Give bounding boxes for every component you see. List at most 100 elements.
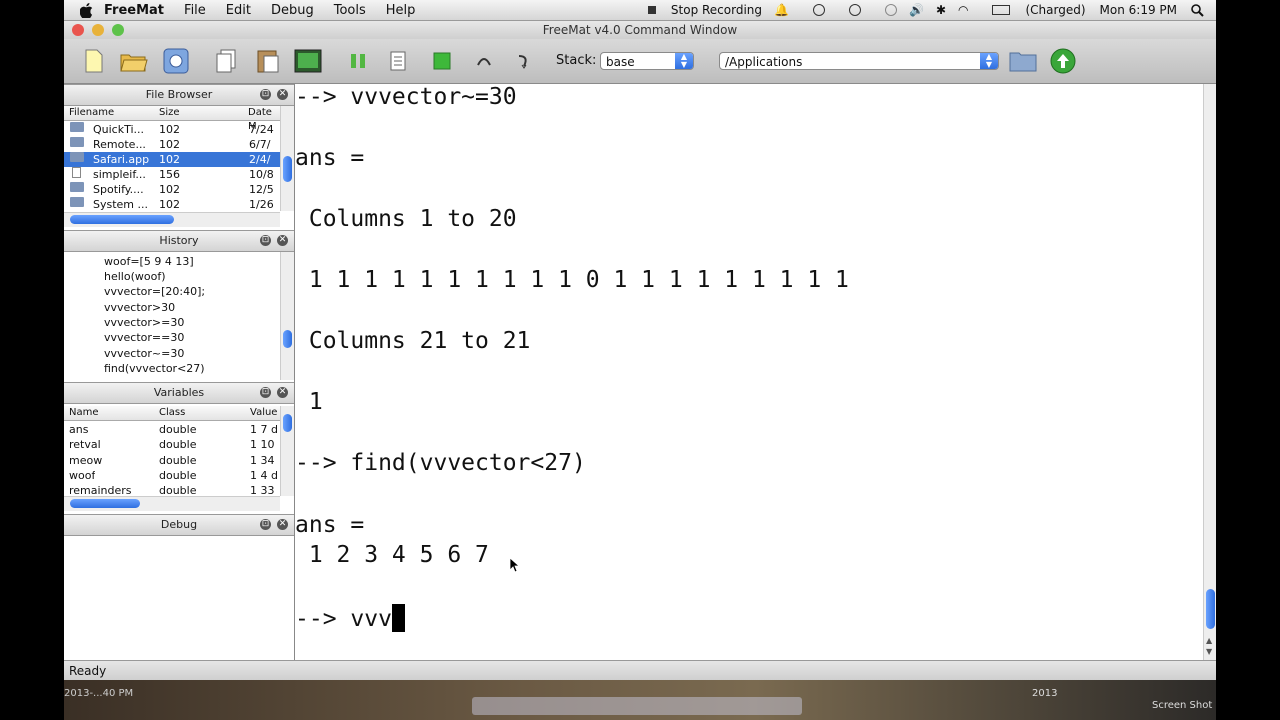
folder-icon	[70, 137, 84, 147]
file-row[interactable]: System ... 102 1/26	[64, 197, 280, 212]
column-value[interactable]: Value	[250, 406, 277, 420]
close-panel-icon[interactable]: ✕	[277, 89, 288, 100]
file-row[interactable]: simpleif... 156 10/8	[64, 167, 280, 182]
history-item[interactable]: vvvector~=30	[104, 346, 184, 361]
file-browser-hscrollbar[interactable]	[64, 212, 280, 227]
console-line: ans =	[295, 145, 365, 171]
stop-recording-item[interactable]: Stop Recording	[636, 3, 762, 17]
scroll-thumb[interactable]	[1206, 589, 1215, 629]
zoom-window-button[interactable]	[112, 24, 124, 36]
step-button[interactable]	[384, 47, 412, 75]
console-line: 1 1 1 1 1 1 1 1 1 1 0 1 1 1 1 1 1 1 1 1	[295, 267, 849, 293]
history-item[interactable]: vvvector>=30	[104, 315, 184, 330]
history-item[interactable]: find(vvvector<27)	[104, 361, 205, 376]
file-row-selected[interactable]: Safari.app 102 2/4/	[64, 152, 280, 167]
bluetooth-icon[interactable]: ✱	[936, 3, 946, 17]
stack-select[interactable]: base ▲ ▼	[600, 52, 694, 70]
spotlight-icon[interactable]	[1191, 3, 1204, 17]
float-panel-icon[interactable]: ⊡	[260, 235, 271, 246]
open-file-button[interactable]	[120, 47, 148, 75]
scroll-thumb[interactable]	[283, 414, 292, 432]
scroll-thumb[interactable]	[283, 330, 292, 348]
close-panel-icon[interactable]: ✕	[277, 519, 288, 530]
variable-row[interactable]: retval double 1 10	[64, 437, 280, 452]
minimize-window-button[interactable]	[92, 24, 104, 36]
menu-help[interactable]: Help	[386, 3, 416, 18]
column-filename[interactable]: Filename	[69, 106, 114, 120]
file-row[interactable]: Spotify.... 102 12/5	[64, 182, 280, 197]
stop-button[interactable]	[428, 47, 456, 75]
timemachine-icon[interactable]	[873, 4, 897, 16]
menu-edit[interactable]: Edit	[226, 3, 251, 18]
history-item[interactable]: vvvector>30	[104, 300, 175, 315]
app-menu[interactable]: FreeMat	[104, 3, 164, 18]
editor-button[interactable]	[162, 47, 190, 75]
toolbar: Stack: base ▲ ▼ /Applications ▲ ▼	[64, 39, 1216, 84]
menu-debug[interactable]: Debug	[271, 3, 314, 18]
scroll-up-arrow-icon[interactable]: ▲	[1206, 636, 1212, 645]
variable-row[interactable]: ans double 1 7 d	[64, 422, 280, 437]
apple-menu-icon[interactable]	[78, 2, 94, 18]
new-file-button[interactable]	[80, 47, 108, 75]
step-into-button[interactable]	[510, 47, 538, 75]
history-item[interactable]: vvvector==30	[104, 330, 184, 345]
battery-item[interactable]: (Charged)	[980, 3, 1086, 17]
variable-row[interactable]: woof double 1 4 d	[64, 468, 280, 483]
command-console[interactable]: --> vvvector~=30 ans = Columns 1 to 20 1…	[295, 84, 1203, 660]
column-class[interactable]: Class	[159, 406, 185, 420]
bell-icon[interactable]: 🔔	[774, 3, 789, 17]
desktop-screenshot-label: Screen Shot	[1152, 700, 1213, 711]
chevron-updown-icon: ▲ ▼	[675, 53, 693, 69]
clear-console-button[interactable]	[294, 47, 322, 75]
tag-icon[interactable]	[837, 4, 861, 16]
folder-icon	[70, 122, 84, 132]
scroll-thumb[interactable]	[70, 499, 140, 508]
browse-folder-button[interactable]	[1009, 47, 1037, 75]
sync-icon[interactable]	[801, 4, 825, 16]
file-browser-vscrollbar[interactable]	[280, 106, 294, 211]
history-item[interactable]: woof=[5 9 4 13]	[104, 254, 194, 269]
scroll-down-arrow-icon[interactable]: ▼	[1206, 647, 1212, 656]
console-vscrollbar[interactable]: ▲ ▼	[1203, 84, 1216, 660]
folder-icon	[1009, 52, 1037, 72]
float-panel-icon[interactable]: ⊡	[260, 387, 271, 398]
float-panel-icon[interactable]: ⊡	[260, 89, 271, 100]
paste-button[interactable]	[254, 47, 282, 75]
path-select[interactable]: /Applications ▲ ▼	[719, 52, 999, 70]
wifi-icon[interactable]: ◠	[958, 3, 968, 17]
menu-file[interactable]: File	[184, 3, 206, 18]
variable-row[interactable]: meow double 1 34	[64, 453, 280, 468]
editor-icon	[163, 48, 189, 74]
scroll-thumb[interactable]	[283, 156, 292, 182]
close-window-button[interactable]	[72, 24, 84, 36]
console-input-line[interactable]: --> vvv	[295, 604, 405, 632]
scroll-thumb[interactable]	[70, 215, 174, 224]
variables-hscrollbar[interactable]	[64, 496, 280, 511]
volume-icon[interactable]: 🔊	[909, 3, 924, 17]
variables-vscrollbar[interactable]	[280, 406, 294, 496]
menu-tools[interactable]: Tools	[334, 3, 366, 18]
file-row[interactable]: Remote... 102 6/7/	[64, 137, 280, 152]
float-panel-icon[interactable]: ⊡	[260, 519, 271, 530]
folder-icon	[70, 197, 84, 207]
stop-square-icon	[433, 52, 451, 70]
file-row[interactable]: QuickTi... 102 7/24	[64, 122, 280, 137]
up-directory-button[interactable]	[1049, 47, 1077, 75]
desktop-file-label: 2013-...40 PM	[64, 688, 134, 699]
desktop-year-label: 2013	[1032, 688, 1058, 699]
history-item[interactable]: vvvector=[20:40];	[104, 284, 205, 299]
stack-label: Stack:	[556, 53, 597, 68]
column-name[interactable]: Name	[69, 406, 99, 420]
history-vscrollbar[interactable]	[280, 252, 294, 380]
history-item[interactable]: hello(woof)	[104, 269, 166, 284]
status-text: Ready	[69, 664, 107, 678]
step-over-button[interactable]	[470, 47, 498, 75]
folder-icon	[70, 182, 84, 192]
pause-button[interactable]	[344, 47, 372, 75]
close-panel-icon[interactable]: ✕	[277, 387, 288, 398]
copy-button[interactable]	[212, 47, 240, 75]
close-panel-icon[interactable]: ✕	[277, 235, 288, 246]
column-size[interactable]: Size	[159, 106, 180, 120]
dock[interactable]	[472, 697, 802, 715]
clock[interactable]: Mon 6:19 PM	[1100, 3, 1177, 17]
